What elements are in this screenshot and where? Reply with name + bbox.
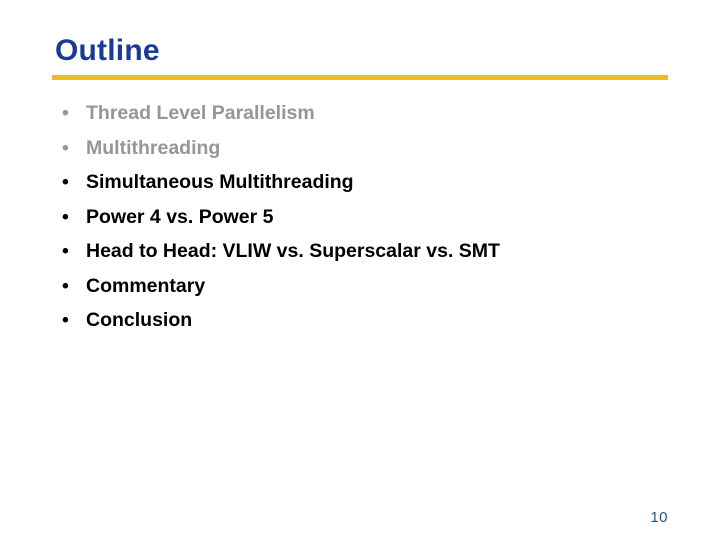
list-item: • Multithreading bbox=[55, 131, 695, 166]
list-item-label: Multithreading bbox=[86, 136, 221, 159]
bullet-point-icon: • bbox=[62, 240, 69, 262]
slide-page-number: 10 bbox=[650, 509, 668, 526]
list-item: • Head to Head: VLIW vs. Superscalar vs.… bbox=[55, 234, 695, 269]
bullet-point-icon: • bbox=[62, 274, 69, 297]
list-item: • Thread Level Parallelism bbox=[55, 96, 695, 131]
outline-bullet-list: • Thread Level Parallelism • Multithread… bbox=[55, 96, 695, 338]
list-item-label: Conclusion bbox=[86, 309, 193, 331]
list-item-label: Commentary bbox=[86, 274, 206, 297]
page-title: Outline bbox=[55, 34, 160, 67]
list-item: • Conclusion bbox=[55, 303, 695, 338]
list-item: • Power 4 vs. Power 5 bbox=[55, 200, 695, 235]
list-item-label: Thread Level Parallelism bbox=[86, 102, 315, 124]
title-underline-rule bbox=[52, 75, 668, 80]
presentation-slide: Outline • Thread Level Parallelism • Mul… bbox=[0, 0, 720, 540]
list-item-label: Simultaneous Multithreading bbox=[86, 171, 354, 193]
list-item: • Simultaneous Multithreading bbox=[55, 165, 695, 200]
bullet-point-icon: • bbox=[62, 136, 69, 159]
list-item-label: Head to Head: VLIW vs. Superscalar vs. S… bbox=[86, 240, 500, 262]
bullet-point-icon: • bbox=[62, 102, 69, 124]
list-item-label: Power 4 vs. Power 5 bbox=[86, 205, 274, 228]
bullet-point-icon: • bbox=[62, 205, 69, 228]
bullet-point-icon: • bbox=[62, 171, 69, 193]
list-item: • Commentary bbox=[55, 269, 695, 304]
bullet-point-icon: • bbox=[62, 309, 69, 331]
